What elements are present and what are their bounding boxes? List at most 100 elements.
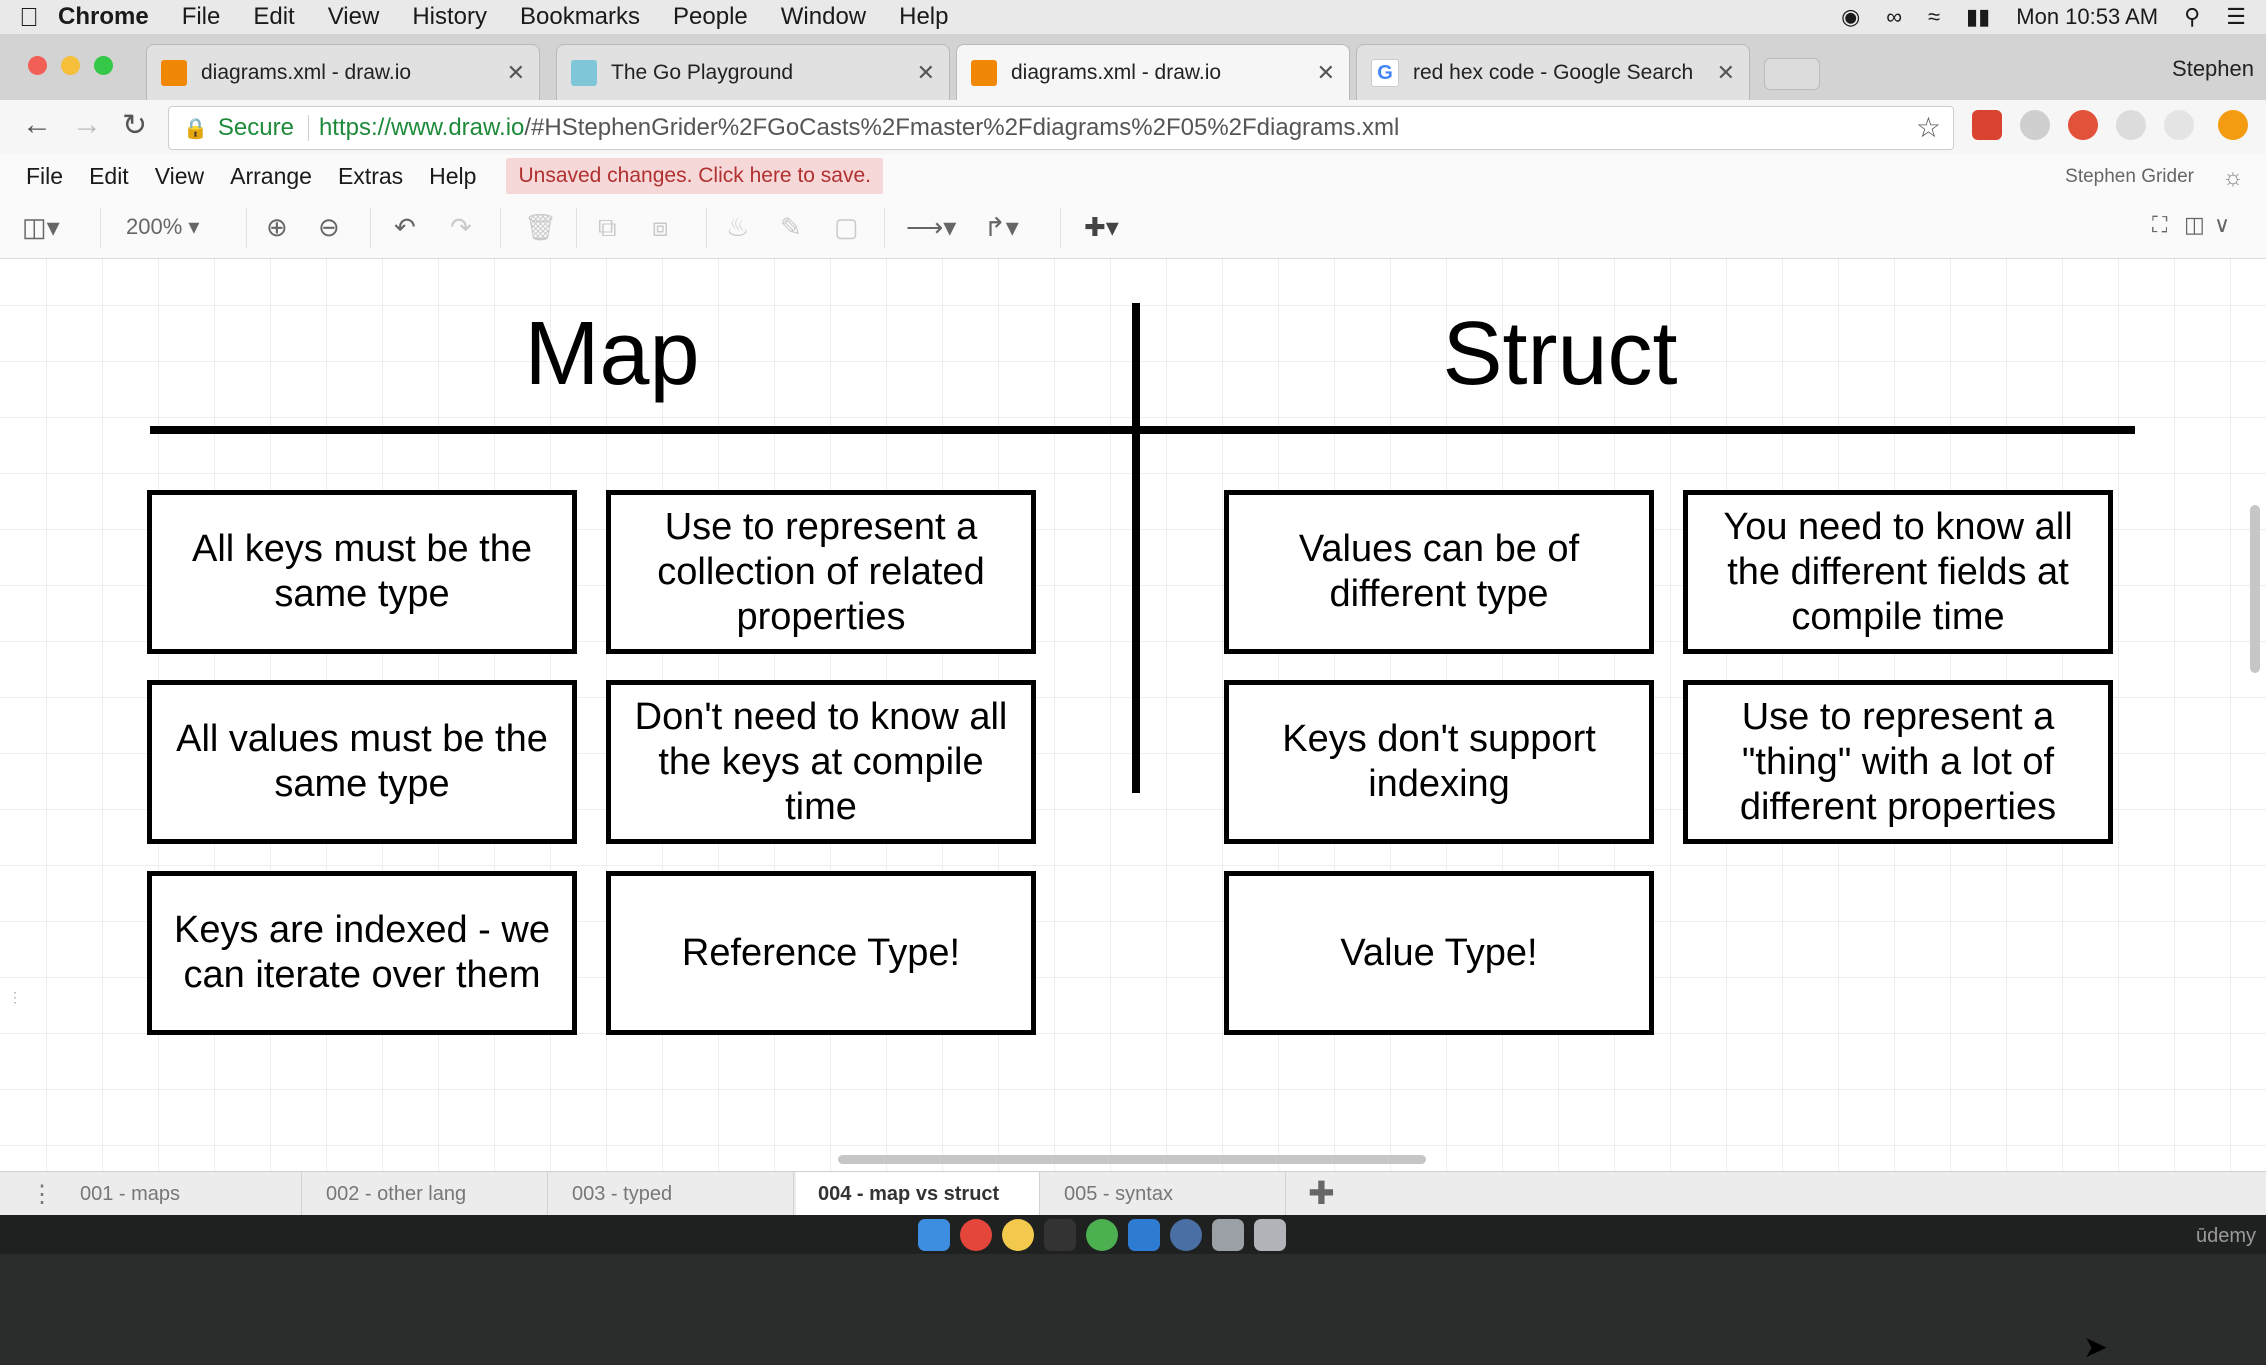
unsaved-changes-button[interactable]: Unsaved changes. Click here to save. (506, 158, 883, 194)
notification-list-icon[interactable]: ☰ (2226, 4, 2246, 30)
spotlight-search-icon[interactable]: ⚲ (2184, 4, 2200, 30)
zoom-level-dropdown[interactable]: 200% ▾ (126, 214, 199, 240)
finder-icon[interactable] (918, 1219, 950, 1251)
browser-tab-4[interactable]: G red hex code - Google Search ✕ (1356, 44, 1750, 100)
drawio-menu-view[interactable]: View (155, 163, 204, 190)
trash-icon[interactable] (1254, 1219, 1286, 1251)
drawio-menu-arrange[interactable]: Arrange (230, 163, 312, 190)
pages-menu-icon[interactable]: ⋮ (30, 1180, 54, 1209)
emoji-icon[interactable] (1002, 1219, 1034, 1251)
add-page-icon[interactable]: ✚ (1308, 1174, 1335, 1212)
browser-tab-2[interactable]: The Go Playground ✕ (556, 44, 950, 100)
clock[interactable]: Mon 10:53 AM (2016, 4, 2158, 30)
map-heading[interactable]: Map (454, 303, 770, 406)
menu-chrome[interactable]: Chrome (58, 3, 149, 31)
page-tab-003[interactable]: 003 - typed (550, 1172, 794, 1216)
vertical-divider-line[interactable] (1132, 303, 1140, 793)
line-color-icon[interactable]: ✎ (780, 212, 802, 243)
page-tab-002[interactable]: 002 - other lang (304, 1172, 548, 1216)
language-globe-icon[interactable]: ☼ (2222, 164, 2244, 192)
reload-icon[interactable]: ↻ (122, 108, 147, 143)
struct-box-different-types[interactable]: Values can be of different type (1224, 490, 1654, 654)
map-box-reference-type[interactable]: Reference Type! (606, 871, 1036, 1035)
extension-p-icon[interactable] (2164, 110, 2194, 140)
to-back-icon[interactable]: ⧈ (652, 212, 669, 244)
struct-box-no-indexing[interactable]: Keys don't support indexing (1224, 680, 1654, 844)
struct-box-known-fields[interactable]: You need to know all the different field… (1683, 490, 2113, 654)
to-front-icon[interactable]: ⧉ (598, 212, 617, 244)
format-panel-icon[interactable]: ◫ (2184, 212, 2205, 238)
struct-heading[interactable]: Struct (1370, 303, 1750, 406)
map-box-dynamic-keys[interactable]: Don't need to know all the keys at compi… (606, 680, 1036, 844)
redo-icon[interactable]: ↷ (450, 212, 472, 243)
browser-tab-1[interactable]: diagrams.xml - draw.io ✕ (146, 44, 540, 100)
waypoints-icon[interactable]: ↱▾ (984, 212, 1019, 243)
app-green-icon[interactable] (1086, 1219, 1118, 1251)
documents-icon[interactable] (1212, 1219, 1244, 1251)
extension-orange-icon[interactable] (2218, 110, 2248, 140)
shadow-icon[interactable]: ▢ (834, 212, 859, 243)
horizontal-scrollbar[interactable] (838, 1155, 1426, 1164)
extension-opera-icon[interactable] (2068, 110, 2098, 140)
close-tab-icon[interactable]: ✕ (507, 60, 525, 86)
menu-file[interactable]: File (182, 3, 221, 31)
zoom-out-icon[interactable]: ⊖ (318, 212, 340, 243)
apple-icon[interactable]:  (0, 2, 58, 33)
struct-box-thing[interactable]: Use to represent a "thing" with a lot of… (1683, 680, 2113, 844)
menu-people[interactable]: People (673, 3, 748, 31)
extension-feather-icon[interactable] (2116, 110, 2146, 140)
fullscreen-icon[interactable]: ⛶ (2152, 212, 2167, 238)
bookmark-star-icon[interactable]: ☆ (1916, 111, 1941, 144)
drawio-menu-edit[interactable]: Edit (89, 163, 129, 190)
close-tab-icon[interactable]: ✕ (917, 60, 935, 86)
drawio-menu-file[interactable]: File (26, 163, 63, 190)
battery-icon[interactable]: ▮▮ (1966, 4, 1990, 30)
map-box-collection[interactable]: Use to represent a collection of related… (606, 490, 1036, 654)
wifi-icon[interactable]: ≈ (1928, 4, 1940, 30)
panels-layout-icon[interactable]: ◫▾ (22, 212, 60, 243)
url-field[interactable]: 🔒 Secure https://www.draw.io /#HStephenG… (168, 106, 1954, 150)
insert-plus-icon[interactable]: ✚▾ (1084, 212, 1119, 243)
fill-color-icon[interactable]: ♨ (726, 212, 749, 243)
undo-icon[interactable]: ↶ (394, 212, 416, 243)
vertical-scrollbar[interactable] (2250, 505, 2260, 673)
profile-name[interactable]: Stephen (2172, 56, 2254, 82)
extension-cloud-icon[interactable] (2020, 110, 2050, 140)
map-box-indexed-keys[interactable]: Keys are indexed - we can iterate over t… (147, 871, 577, 1035)
record-icon[interactable]: ◉ (1841, 4, 1860, 30)
horizontal-divider-line[interactable] (150, 426, 2135, 434)
close-tab-icon[interactable]: ✕ (1717, 60, 1735, 86)
menu-help[interactable]: Help (899, 3, 948, 31)
chrome-icon[interactable] (960, 1219, 992, 1251)
struct-box-value-type[interactable]: Value Type! (1224, 871, 1654, 1035)
zoom-window-icon[interactable] (94, 56, 113, 75)
close-tab-icon[interactable]: ✕ (1317, 60, 1335, 86)
menu-window[interactable]: Window (781, 3, 866, 31)
extension-lastpass-icon[interactable] (1972, 110, 2002, 140)
page-tab-005[interactable]: 005 - syntax (1042, 1172, 1286, 1216)
map-box-same-key-type[interactable]: All keys must be the same type (147, 490, 577, 654)
vscode-icon[interactable] (1128, 1219, 1160, 1251)
menu-history[interactable]: History (412, 3, 487, 31)
close-window-icon[interactable] (28, 56, 47, 75)
quicktime-icon[interactable] (1170, 1219, 1202, 1251)
collapse-toolbar-icon[interactable]: ∨ (2214, 212, 2230, 238)
menu-view[interactable]: View (328, 3, 380, 31)
menu-edit[interactable]: Edit (253, 3, 294, 31)
minimize-window-icon[interactable] (61, 56, 80, 75)
drawio-menu-extras[interactable]: Extras (338, 163, 403, 190)
browser-tab-3-active[interactable]: diagrams.xml - draw.io ✕ (956, 44, 1350, 100)
page-tab-001[interactable]: 001 - maps (58, 1172, 302, 1216)
terminal-icon[interactable] (1044, 1219, 1076, 1251)
back-arrow-icon[interactable]: ← (22, 108, 52, 142)
diagram-canvas[interactable]: Map Struct All keys must be the same typ… (0, 259, 2266, 1364)
page-tab-004-active[interactable]: 004 - map vs struct (796, 1172, 1040, 1216)
drawio-user-menu[interactable]: Stephen Grider (2065, 166, 2194, 188)
connection-arrow-icon[interactable]: ⟶▾ (906, 212, 956, 243)
map-box-same-value-type[interactable]: All values must be the same type (147, 680, 577, 844)
delete-icon[interactable]: 🗑 (524, 212, 557, 243)
glasses-icon[interactable]: ∞ (1886, 4, 1902, 30)
forward-arrow-icon[interactable]: → (72, 108, 102, 142)
menu-bookmarks[interactable]: Bookmarks (520, 3, 640, 31)
left-panel-handle[interactable]: ⋮ (8, 989, 22, 1006)
